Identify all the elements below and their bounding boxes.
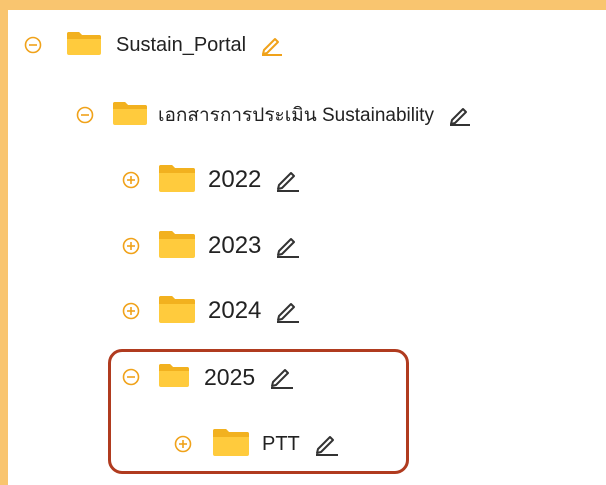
pencil-icon[interactable]	[314, 432, 340, 456]
folder-icon	[158, 163, 196, 198]
node-label: เอกสารการประเมิน Sustainability	[158, 105, 434, 126]
folder-icon	[212, 427, 250, 462]
folder-icon	[158, 229, 196, 264]
node-label: Sustain_Portal	[116, 33, 247, 56]
pencil-icon[interactable]	[269, 365, 295, 389]
tree-node-sustain-portal[interactable]: Sustain_Portal	[22, 25, 284, 65]
expand-icon[interactable]	[172, 433, 194, 455]
folder-icon	[158, 362, 190, 393]
node-label: 2024	[208, 297, 262, 324]
expand-icon[interactable]	[120, 235, 142, 257]
folder-icon	[112, 100, 148, 131]
node-label: 2025	[204, 363, 256, 390]
folder-tree-panel: Sustain_Portal เอกสารการประเมิน Sustaina…	[8, 10, 606, 485]
pencil-icon[interactable]	[260, 34, 284, 56]
tree-node-2025[interactable]: 2025	[120, 357, 295, 397]
pencil-icon[interactable]	[275, 299, 301, 323]
tree-node-assessment-docs[interactable]: เอกสารการประเมิน Sustainability	[74, 95, 472, 135]
folder-icon	[66, 30, 102, 61]
collapse-icon[interactable]	[22, 34, 44, 56]
pencil-icon[interactable]	[448, 104, 472, 126]
node-label: 2022	[208, 166, 262, 193]
tree-node-2022[interactable]: 2022	[120, 160, 301, 200]
folder-icon	[158, 294, 196, 329]
expand-icon[interactable]	[120, 169, 142, 191]
tree-node-2024[interactable]: 2024	[120, 291, 301, 331]
node-label: PTT	[262, 432, 300, 455]
pencil-icon[interactable]	[275, 234, 301, 258]
tree-node-ptt[interactable]: PTT	[172, 424, 340, 464]
collapse-icon[interactable]	[74, 104, 96, 126]
expand-icon[interactable]	[120, 300, 142, 322]
pencil-icon[interactable]	[275, 168, 301, 192]
node-label: 2023	[208, 232, 262, 259]
collapse-icon[interactable]	[120, 366, 142, 388]
tree-node-2023[interactable]: 2023	[120, 226, 301, 266]
